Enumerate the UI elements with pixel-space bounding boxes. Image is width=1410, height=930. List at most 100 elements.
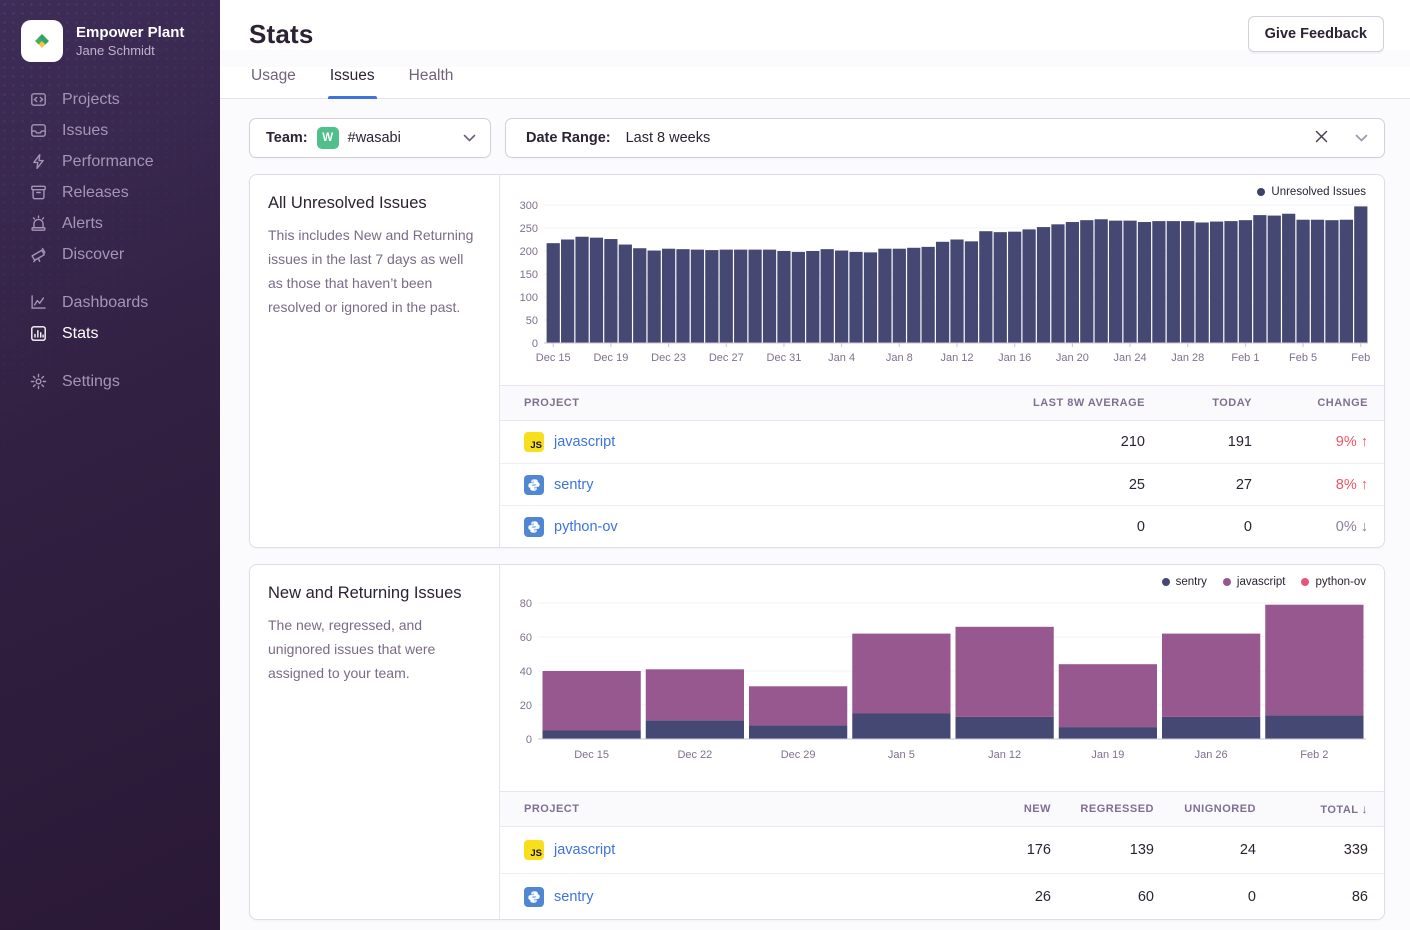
tab-usage[interactable]: Usage xyxy=(249,67,298,98)
today-value: 0 xyxy=(1161,519,1268,535)
panel-description-text: The new, regressed, and unignored issues… xyxy=(268,613,481,685)
sidebar-item-label: Discover xyxy=(62,246,124,264)
page-title: Stats xyxy=(249,19,1384,50)
project-cell: python-ov xyxy=(500,517,941,537)
today-value: 191 xyxy=(1161,434,1268,450)
table-row-python-ov: python-ov000% ↓ xyxy=(500,505,1384,547)
legend-item-javascript[interactable]: javascript xyxy=(1223,576,1286,588)
sidebar-item-stats[interactable]: Stats xyxy=(0,318,220,349)
date-dropdown-chevron-icon[interactable] xyxy=(1355,134,1368,142)
project-link-sentry[interactable]: sentry xyxy=(554,477,594,493)
column-header-unignored[interactable]: UNIGNORED xyxy=(1170,803,1272,815)
project-link-javascript[interactable]: javascript xyxy=(554,842,615,858)
panel-title: New and Returning Issues xyxy=(268,584,481,603)
column-header-total[interactable]: TOTAL↓ xyxy=(1272,802,1384,816)
team-dropdown-chevron-icon[interactable] xyxy=(463,134,476,142)
svg-text:Dec 29: Dec 29 xyxy=(781,749,816,761)
legend-dot-icon xyxy=(1223,578,1231,586)
sidebar-item-projects[interactable]: Projects xyxy=(0,84,220,115)
legend-dot-icon xyxy=(1162,578,1170,586)
chart-legend: Unresolved Issues xyxy=(1257,186,1366,198)
svg-text:Jan 4: Jan 4 xyxy=(828,352,855,364)
svg-text:Feb 1: Feb 1 xyxy=(1231,352,1259,364)
python-platform-icon xyxy=(524,517,544,537)
svg-text:Dec 31: Dec 31 xyxy=(767,352,802,364)
today-value: 27 xyxy=(1161,477,1268,493)
sidebar-item-label: Stats xyxy=(62,325,98,343)
legend-label: sentry xyxy=(1176,576,1207,588)
sidebar-item-label: Issues xyxy=(62,122,108,140)
legend-item-python-ov[interactable]: python-ov xyxy=(1301,576,1366,588)
tab-health[interactable]: Health xyxy=(407,67,456,98)
last-8w-average-value: 25 xyxy=(941,477,1161,493)
svg-text:Dec 15: Dec 15 xyxy=(536,352,571,364)
project-link-javascript[interactable]: javascript xyxy=(554,434,615,450)
svg-text:0: 0 xyxy=(526,734,532,746)
nav-group: Dashboards Stats xyxy=(0,287,220,349)
svg-text:Dec 15: Dec 15 xyxy=(574,749,609,761)
project-link-python-ov[interactable]: python-ov xyxy=(554,519,618,535)
issues-icon xyxy=(30,122,47,139)
javascript-platform-icon: JS xyxy=(524,432,544,452)
table-header-row: PROJECTLAST 8W AVERAGETODAYCHANGE xyxy=(500,385,1384,421)
sidebar-item-dashboards[interactable]: Dashboards xyxy=(0,287,220,318)
svg-text:Dec 23: Dec 23 xyxy=(651,352,686,364)
sidebar-item-discover[interactable]: Discover xyxy=(0,239,220,270)
sidebar-item-label: Performance xyxy=(62,153,154,171)
svg-text:300: 300 xyxy=(520,200,538,212)
svg-text:Feb 5: Feb 5 xyxy=(1289,352,1317,364)
date-range-selector[interactable]: Date Range: Last 8 weeks xyxy=(505,118,1385,158)
user-name: Jane Schmidt xyxy=(76,42,184,59)
table-row-javascript: JSjavascript17613924339 xyxy=(500,827,1384,873)
column-header-regressed[interactable]: REGRESSED xyxy=(1067,803,1170,815)
project-link-sentry[interactable]: sentry xyxy=(554,889,594,905)
svg-text:Jan 28: Jan 28 xyxy=(1171,352,1204,364)
svg-text:Jan 12: Jan 12 xyxy=(988,749,1021,761)
python-platform-icon xyxy=(524,475,544,495)
sidebar-item-alerts[interactable]: Alerts xyxy=(0,208,220,239)
svg-text:Dec 19: Dec 19 xyxy=(593,352,628,364)
sidebar-item-releases[interactable]: Releases xyxy=(0,177,220,208)
tab-issues[interactable]: Issues xyxy=(328,67,377,98)
unresolved-issues-chart-svg: 050100150200250300Dec 15Dec 19Dec 23Dec … xyxy=(500,175,1380,371)
sidebar-item-issues[interactable]: Issues xyxy=(0,115,220,146)
table-row-javascript: JSjavascript2101919% ↑ xyxy=(500,421,1384,463)
project-cell: JSjavascript xyxy=(500,840,959,860)
unresolved-issues-table: PROJECTLAST 8W AVERAGETODAYCHANGE JS javas… xyxy=(500,385,1384,547)
nav-group: Settings xyxy=(0,366,220,397)
table-header-row: PROJECTNEWREGRESSEDUNIGNOREDTOTAL↓ xyxy=(500,791,1384,827)
table-row-sentry: sentry2660086 xyxy=(500,873,1384,919)
settings-icon xyxy=(30,373,47,390)
sidebar-item-performance[interactable]: Performance xyxy=(0,146,220,177)
svg-text:250: 250 xyxy=(520,223,538,235)
new-returning-issues-panel: New and Returning Issues The new, regres… xyxy=(249,564,1385,920)
column-header-change[interactable]: CHANGE xyxy=(1268,397,1384,409)
org-name: Empower Plant xyxy=(76,23,184,42)
legend-item-unresolved-issues[interactable]: Unresolved Issues xyxy=(1257,186,1366,198)
svg-text:40: 40 xyxy=(520,666,532,678)
sidebar-item-settings[interactable]: Settings xyxy=(0,366,220,397)
svg-text:Feb: Feb xyxy=(1351,352,1370,364)
projects-icon xyxy=(30,91,47,108)
column-header-last-8w-average[interactable]: LAST 8W AVERAGE xyxy=(941,397,1161,409)
team-selector[interactable]: Team: W #wasabi xyxy=(249,118,491,158)
unignored-value: 0 xyxy=(1170,889,1272,905)
give-feedback-button[interactable]: Give Feedback xyxy=(1248,16,1384,52)
column-header-today[interactable]: TODAY xyxy=(1161,397,1268,409)
filter-bar: Team: W #wasabi Date Range: Last 8 weeks xyxy=(249,118,1385,158)
new-returning-issues-chart-svg: 020406080Dec 15Dec 22Dec 29Jan 5Jan 12Ja… xyxy=(500,579,1380,787)
new-value: 26 xyxy=(959,889,1067,905)
clear-date-range-icon[interactable] xyxy=(1315,130,1328,147)
regressed-value: 139 xyxy=(1067,842,1170,858)
date-range-label: Date Range: xyxy=(526,130,611,146)
column-header-project: PROJECT xyxy=(500,803,959,815)
main-content: Stats Give Feedback Usage Issues Health … xyxy=(220,0,1410,930)
all-unresolved-issues-panel: All Unresolved Issues This includes New … xyxy=(249,174,1385,548)
legend-item-sentry[interactable]: sentry xyxy=(1162,576,1207,588)
sidebar-item-label: Dashboards xyxy=(62,294,148,312)
svg-text:Feb 2: Feb 2 xyxy=(1300,749,1328,761)
page-header: Stats Give Feedback xyxy=(220,0,1410,50)
column-header-new[interactable]: NEW xyxy=(959,803,1067,815)
org-block[interactable]: Empower Plant Jane Schmidt xyxy=(0,0,220,62)
svg-text:100: 100 xyxy=(520,292,538,304)
